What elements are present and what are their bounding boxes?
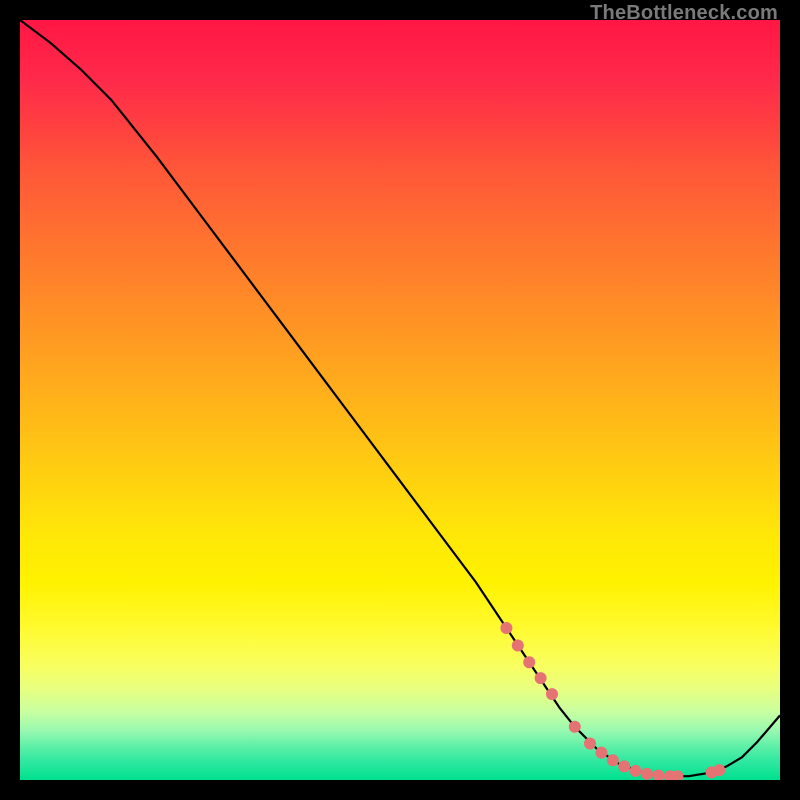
highlight-point bbox=[512, 639, 524, 651]
highlight-point bbox=[535, 672, 547, 684]
highlight-point bbox=[630, 765, 642, 777]
highlight-point bbox=[569, 721, 581, 733]
highlight-point bbox=[584, 738, 596, 750]
bottleneck-curve bbox=[20, 20, 780, 776]
highlight-point bbox=[546, 688, 558, 700]
highlight-point bbox=[652, 769, 664, 780]
curve-svg bbox=[20, 20, 780, 780]
highlight-point bbox=[595, 747, 607, 759]
chart-frame: TheBottleneck.com bbox=[0, 0, 800, 800]
highlight-points-group bbox=[500, 622, 725, 780]
highlight-point bbox=[618, 760, 630, 772]
highlight-point bbox=[500, 622, 512, 634]
highlight-point bbox=[523, 656, 535, 668]
highlight-point bbox=[713, 764, 725, 776]
plot-area bbox=[20, 20, 780, 780]
highlight-point bbox=[607, 754, 619, 766]
highlight-point bbox=[641, 768, 653, 780]
